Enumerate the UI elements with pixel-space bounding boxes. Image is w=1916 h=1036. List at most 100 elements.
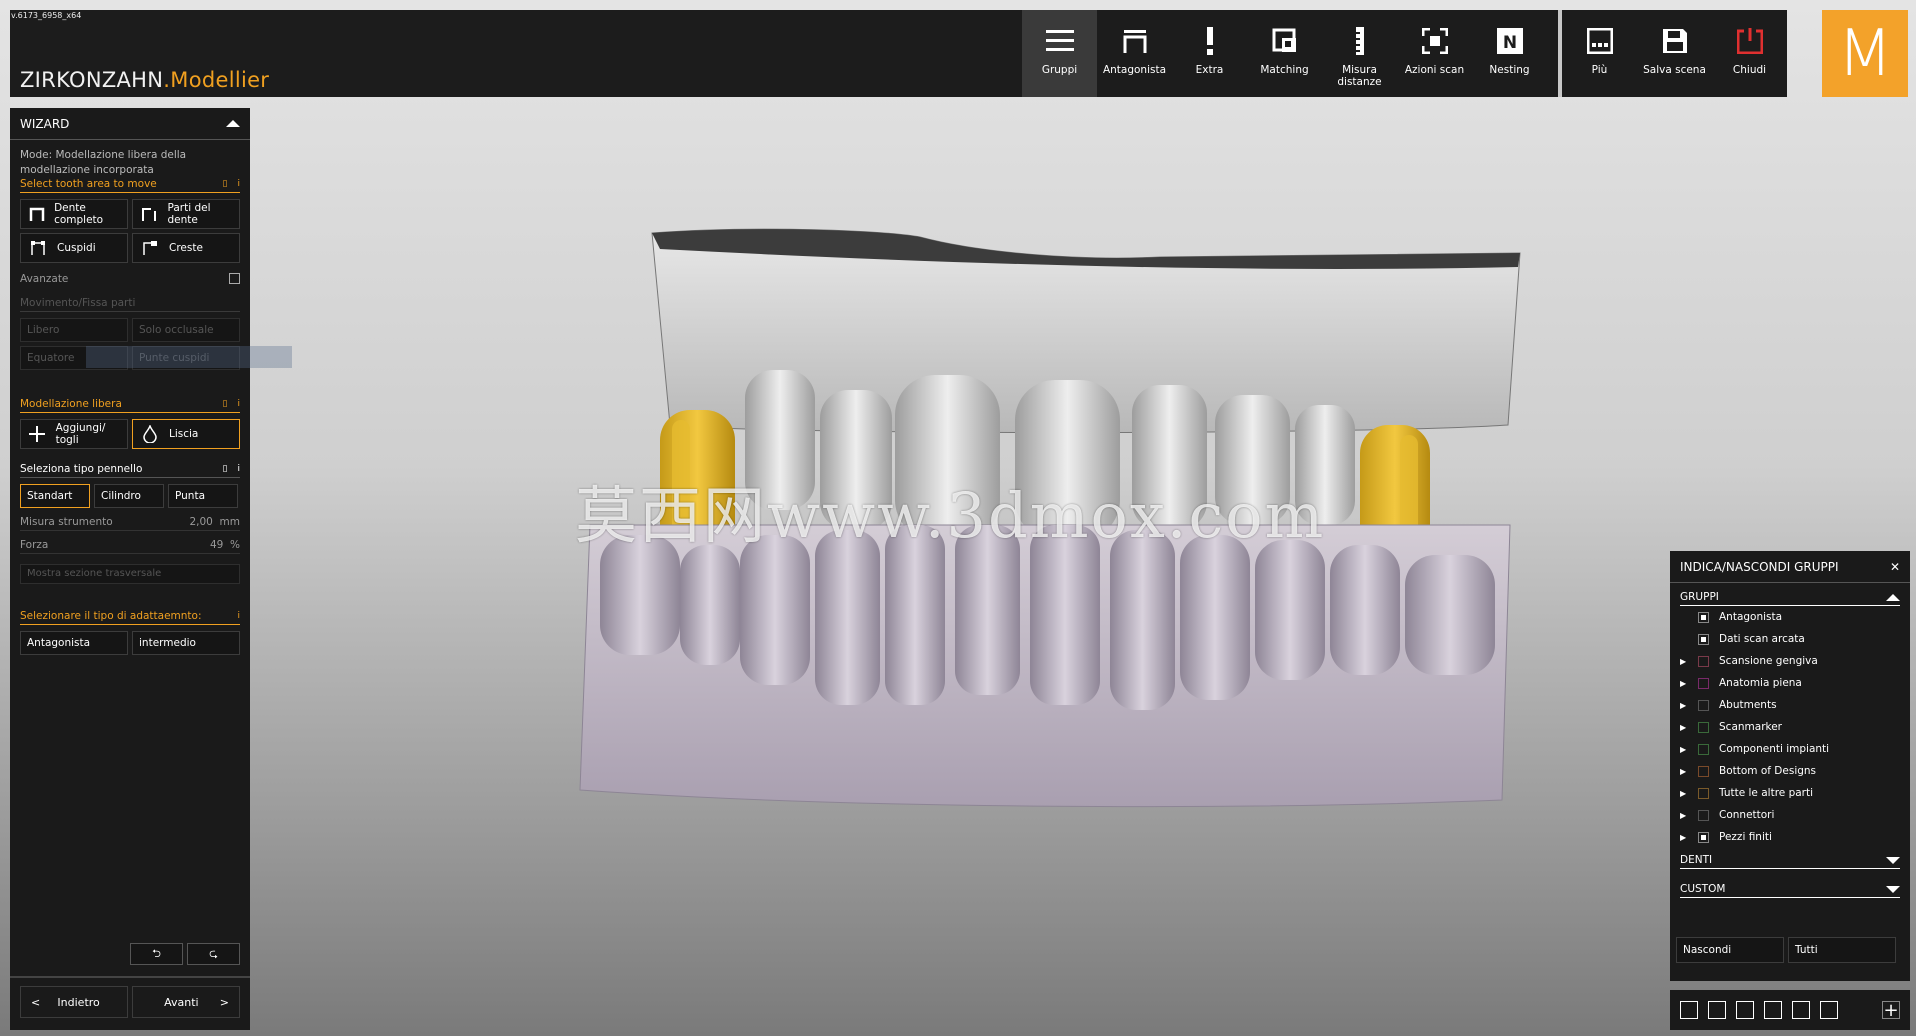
advanced-row: Avanzate [20, 273, 240, 285]
whole-tooth-button[interactable]: Dente completo [20, 199, 128, 229]
group-visibility-checkbox[interactable] [1698, 699, 1709, 711]
group-item[interactable]: Dati scan arcata [1670, 628, 1910, 650]
wizard-header[interactable]: WIZARD [10, 108, 250, 140]
group-item[interactable]: ▶ Componenti impianti [1670, 738, 1910, 760]
add-remove-button[interactable]: Aggiungi/ togli [20, 419, 128, 449]
tooth-parts-icon [139, 207, 160, 221]
hide-button[interactable]: Nascondi [1676, 937, 1784, 963]
tool-salva-scena[interactable]: Salva scena [1637, 10, 1712, 97]
group-visibility-checkbox[interactable] [1698, 633, 1709, 645]
group-item[interactable]: ▶ Scansione gengiva [1670, 650, 1910, 672]
view-bottom-icon[interactable] [1820, 1001, 1838, 1019]
all-button[interactable]: Tutti [1788, 937, 1896, 963]
tool-antagonista[interactable]: Antagonista [1097, 10, 1172, 97]
group-item-label: Antagonista [1719, 611, 1783, 623]
group-visibility-checkbox[interactable] [1698, 787, 1709, 799]
advanced-checkbox[interactable] [229, 273, 240, 284]
expand-arrow-icon[interactable]: ▶ [1680, 767, 1690, 776]
group-item[interactable]: Antagonista [1670, 606, 1910, 628]
adapt-antagonist-button[interactable]: Antagonista [20, 631, 128, 655]
teeth-section[interactable]: DENTI [1680, 854, 1900, 869]
undo-button[interactable]: ⮌ [130, 943, 183, 965]
custom-section[interactable]: CUSTOM [1680, 883, 1900, 898]
tool-extra[interactable]: Extra [1172, 10, 1247, 97]
tooth-parts-button[interactable]: Parti del dente [132, 199, 240, 229]
chevron-left-icon: < [31, 995, 41, 1009]
undo-icon: ⮌ [152, 946, 161, 960]
view-left-icon[interactable] [1736, 1001, 1754, 1019]
tool-gruppi[interactable]: Gruppi [1022, 10, 1097, 97]
expand-arrow-icon[interactable]: ▶ [1680, 701, 1690, 710]
group-visibility-checkbox[interactable] [1698, 677, 1709, 689]
adapt-intermediate-button[interactable]: intermedio [132, 631, 240, 655]
redo-button[interactable]: ⮎ [187, 943, 240, 965]
tool-chiudi[interactable]: Chiudi [1712, 10, 1787, 97]
view-back-icon[interactable] [1708, 1001, 1726, 1019]
view-right-icon[interactable] [1764, 1001, 1782, 1019]
group-item[interactable]: ▶ Anatomia piena [1670, 672, 1910, 694]
group-item-label: Scanmarker [1719, 721, 1782, 733]
next-button[interactable]: Avanti > [132, 986, 240, 1018]
undo-redo-group: ⮌ ⮎ [130, 943, 240, 965]
tool-azioni-scan[interactable]: Azioni scan [1397, 10, 1472, 97]
tool-nesting[interactable]: N Nesting [1472, 10, 1547, 97]
group-visibility-checkbox[interactable] [1698, 721, 1709, 733]
ridges-button[interactable]: Creste [132, 233, 240, 263]
tool-piu[interactable]: Più [1562, 10, 1637, 97]
ridges-icon [139, 241, 161, 255]
brush-cylinder-button[interactable]: Cilindro [94, 484, 164, 508]
expand-arrow-icon[interactable]: ▶ [1680, 657, 1690, 666]
group-visibility-checkbox[interactable] [1698, 655, 1709, 667]
pin-icon: ▯ [222, 179, 228, 189]
cusps-button[interactable]: Cuspidi [20, 233, 128, 263]
group-visibility-checkbox[interactable] [1698, 743, 1709, 755]
main-toolbar: Gruppi Antagonista Extra Matching Misura… [1022, 10, 1547, 97]
brush-point-button[interactable]: Punta [168, 484, 238, 508]
group-item-label: Abutments [1719, 699, 1777, 711]
collapse-icon[interactable] [226, 120, 240, 127]
smooth-button[interactable]: Liscia [132, 419, 240, 449]
group-visibility-checkbox[interactable] [1698, 809, 1709, 821]
tool-matching[interactable]: Matching [1247, 10, 1322, 97]
expand-arrow-icon[interactable]: ▶ [1680, 811, 1690, 820]
expand-arrow-icon[interactable]: ▶ [1680, 833, 1690, 842]
mode-description: Mode: Modellazione libera della modellaz… [20, 149, 187, 176]
close-icon[interactable]: ✕ [1890, 560, 1900, 574]
section-select-area: Select tooth area to move ▯ i [20, 178, 240, 193]
group-item[interactable]: ▶ Tutte le altre parti [1670, 782, 1910, 804]
group-item[interactable]: ▶ Scanmarker [1670, 716, 1910, 738]
view-front-icon[interactable] [1680, 1001, 1698, 1019]
tool-misura-distanze[interactable]: Misura distanze [1322, 10, 1397, 97]
group-item[interactable]: ▶ Bottom of Designs [1670, 760, 1910, 782]
view-top-icon[interactable] [1792, 1001, 1810, 1019]
expand-arrow-icon[interactable]: ▶ [1680, 723, 1690, 732]
add-view-icon[interactable]: + [1882, 1000, 1900, 1021]
info-icon: i [237, 464, 240, 474]
svg-text:N: N [1502, 33, 1516, 53]
groups-section[interactable]: GRUPPI [1680, 591, 1900, 606]
group-item[interactable]: ▶ Pezzi finiti [1670, 826, 1910, 848]
group-visibility-checkbox[interactable] [1698, 611, 1709, 623]
expand-arrow-icon[interactable]: ▶ [1680, 745, 1690, 754]
expand-arrow-icon[interactable]: ▶ [1680, 679, 1690, 688]
tool-size-slider[interactable]: Misura strumento 2,00 mm [20, 516, 240, 531]
pin-icon: ▯ [222, 464, 228, 474]
antagonist-icon [1118, 24, 1152, 58]
group-item[interactable]: ▶ Abutments [1670, 694, 1910, 716]
occlusal-only-button[interactable]: Solo occlusale [132, 318, 240, 342]
nesting-icon: N [1493, 24, 1527, 58]
groups-panel: INDICA/NASCONDI GRUPPI ✕ GRUPPI Antagoni… [1670, 551, 1910, 981]
movement-label: Movimento/Fissa parti [20, 297, 240, 312]
group-visibility-checkbox[interactable] [1698, 765, 1709, 777]
brush-standard-button[interactable]: Standart [20, 484, 90, 508]
back-button[interactable]: < Indietro [20, 986, 128, 1018]
free-movement-button[interactable]: Libero [20, 318, 128, 342]
cross-section-button[interactable]: Mostra sezione trasversale [20, 564, 240, 584]
group-item[interactable]: ▶ Connettori [1670, 804, 1910, 826]
group-visibility-checkbox[interactable] [1698, 831, 1709, 843]
right-toolbar: Più Salva scena Chiudi [1562, 10, 1787, 97]
ruler-icon [1343, 24, 1377, 58]
expand-arrow-icon[interactable]: ▶ [1680, 789, 1690, 798]
group-item-label: Bottom of Designs [1719, 765, 1817, 777]
force-slider[interactable]: Forza 49 % [20, 539, 240, 554]
